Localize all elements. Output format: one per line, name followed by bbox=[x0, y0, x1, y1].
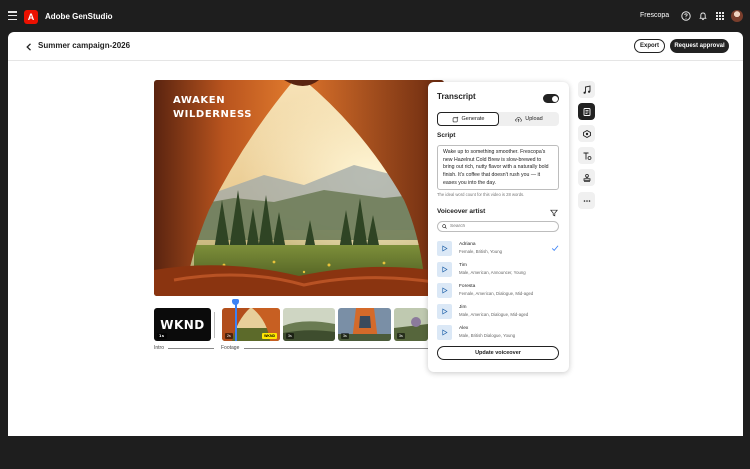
artist-meta: Female, British, Young bbox=[459, 249, 502, 254]
artist-name: Foresta bbox=[459, 284, 476, 289]
music-tool[interactable] bbox=[578, 81, 595, 98]
voiceover-artist-label: Voiceover artist bbox=[437, 208, 486, 215]
artist-item-foresta[interactable]: Foresta Female, American, Dialogue, Mid-… bbox=[437, 282, 559, 300]
artist-search[interactable] bbox=[437, 221, 559, 232]
clip-duration: 1s bbox=[157, 333, 167, 339]
upload-label: Upload bbox=[525, 116, 543, 122]
request-approval-button[interactable]: Request approval bbox=[670, 39, 729, 53]
overlay-title-line-1: AWAKEN bbox=[173, 95, 226, 106]
filter-icon[interactable] bbox=[550, 209, 558, 217]
artist-item-jim[interactable]: Jim Male, American, Dialogue, Mid-aged bbox=[437, 303, 559, 321]
clip-duration: 2s bbox=[225, 333, 233, 339]
script-label: Script bbox=[437, 132, 456, 139]
main-card: Summer campaign-2026 Export Request appr… bbox=[8, 32, 743, 436]
playhead[interactable] bbox=[235, 301, 237, 341]
org-switcher[interactable]: Frescopa bbox=[640, 12, 669, 19]
artist-item-adriana[interactable]: Adriana Female, British, Young bbox=[437, 240, 559, 258]
footage-clip-4[interactable]: 3s bbox=[394, 308, 428, 341]
more-icon bbox=[583, 199, 590, 202]
more-tool[interactable] bbox=[578, 192, 595, 209]
search-icon bbox=[442, 224, 447, 229]
transcript-tool[interactable] bbox=[578, 103, 595, 120]
stamp-tool[interactable] bbox=[578, 169, 595, 186]
sparkle-icon bbox=[452, 116, 458, 122]
artist-item-tim[interactable]: Tim Male, American, Announcer, Young bbox=[437, 261, 559, 279]
footage-clip-2[interactable]: 3s bbox=[283, 308, 335, 341]
search-input[interactable] bbox=[450, 224, 550, 229]
play-preview-button[interactable] bbox=[437, 325, 452, 340]
export-button[interactable]: Export bbox=[634, 39, 665, 53]
intro-logo: WKND bbox=[160, 317, 205, 332]
text-tool[interactable] bbox=[578, 147, 595, 164]
transcript-toggle[interactable] bbox=[543, 94, 559, 103]
play-icon bbox=[442, 245, 448, 252]
artist-meta: Female, American, Dialogue, Mid-aged bbox=[459, 291, 534, 296]
clip-duration: 3s bbox=[341, 333, 349, 339]
clip-duration: 3s bbox=[397, 333, 405, 339]
transcript-panel: Transcript Generate Upload Script Wake u… bbox=[428, 82, 569, 372]
clip-duration: 3s bbox=[286, 333, 294, 339]
top-bar: A Adobe GenStudio Frescopa bbox=[0, 0, 750, 32]
artist-name: Adriana bbox=[459, 242, 476, 247]
apps-grid-icon[interactable] bbox=[715, 11, 725, 21]
intro-clip[interactable]: WKND 1s bbox=[154, 308, 211, 341]
logo-badge: WKND bbox=[262, 333, 277, 339]
stamp-icon bbox=[583, 173, 590, 182]
play-icon bbox=[442, 329, 448, 336]
script-textarea[interactable]: Wake up to something smoother. Frescopa'… bbox=[437, 145, 559, 190]
intro-label: Intro bbox=[154, 345, 165, 351]
play-preview-button[interactable] bbox=[437, 241, 452, 256]
transcript-icon bbox=[583, 107, 590, 116]
help-icon[interactable] bbox=[681, 11, 691, 21]
footage-clip-3[interactable]: 3s bbox=[338, 308, 391, 341]
app-name: Adobe GenStudio bbox=[45, 12, 113, 21]
generate-label: Generate bbox=[461, 116, 485, 122]
music-icon bbox=[583, 84, 590, 94]
header-divider bbox=[8, 60, 743, 61]
word-count-hint: The ideal word count for this video is 2… bbox=[437, 192, 525, 197]
timeline-separator bbox=[214, 312, 215, 338]
play-preview-button[interactable] bbox=[437, 262, 452, 277]
checkmark-icon bbox=[551, 245, 559, 252]
footage-label: Footage bbox=[221, 345, 240, 351]
video-preview[interactable]: AWAKEN WILDERNESS bbox=[154, 80, 444, 296]
text-icon bbox=[583, 152, 591, 160]
play-preview-button[interactable] bbox=[437, 283, 452, 298]
transcript-mode-switch: Generate Upload bbox=[437, 112, 559, 126]
artist-name: Tim bbox=[459, 263, 467, 268]
brand-tool[interactable] bbox=[578, 125, 595, 142]
artist-meta: Male, American, Dialogue, Mid-aged bbox=[459, 312, 529, 317]
play-icon bbox=[442, 287, 448, 294]
intro-range-line bbox=[168, 348, 214, 349]
generate-button[interactable]: Generate bbox=[437, 112, 499, 126]
bell-icon[interactable] bbox=[698, 11, 708, 21]
artist-name: Jim bbox=[459, 305, 467, 310]
back-arrow-icon[interactable] bbox=[24, 42, 34, 52]
upload-button[interactable]: Upload bbox=[499, 112, 559, 126]
avatar[interactable] bbox=[731, 10, 743, 22]
overlay-title-line-2: WILDERNESS bbox=[173, 109, 253, 120]
play-icon bbox=[442, 266, 448, 273]
panel-title: Transcript bbox=[437, 92, 476, 101]
overlay-title: AWAKEN WILDERNESS bbox=[173, 94, 252, 122]
cloud-upload-icon bbox=[515, 116, 523, 122]
artist-meta: Male, American, Announcer, Young bbox=[459, 270, 526, 275]
artist-name: Alex bbox=[459, 326, 469, 331]
footage-range-line bbox=[244, 348, 428, 349]
menu-icon[interactable] bbox=[8, 11, 17, 20]
artist-meta: Male, British Dialogue, Young bbox=[459, 333, 516, 338]
play-icon bbox=[442, 308, 448, 315]
update-voiceover-button[interactable]: Update voiceover bbox=[437, 346, 559, 360]
brand-icon bbox=[582, 129, 591, 138]
artist-item-alex[interactable]: Alex Male, British Dialogue, Young bbox=[437, 324, 559, 342]
footage-clip-1[interactable]: 2s WKND bbox=[222, 308, 280, 341]
page-title: Summer campaign-2026 bbox=[38, 41, 131, 50]
play-preview-button[interactable] bbox=[437, 304, 452, 319]
adobe-logo: A bbox=[24, 10, 38, 24]
